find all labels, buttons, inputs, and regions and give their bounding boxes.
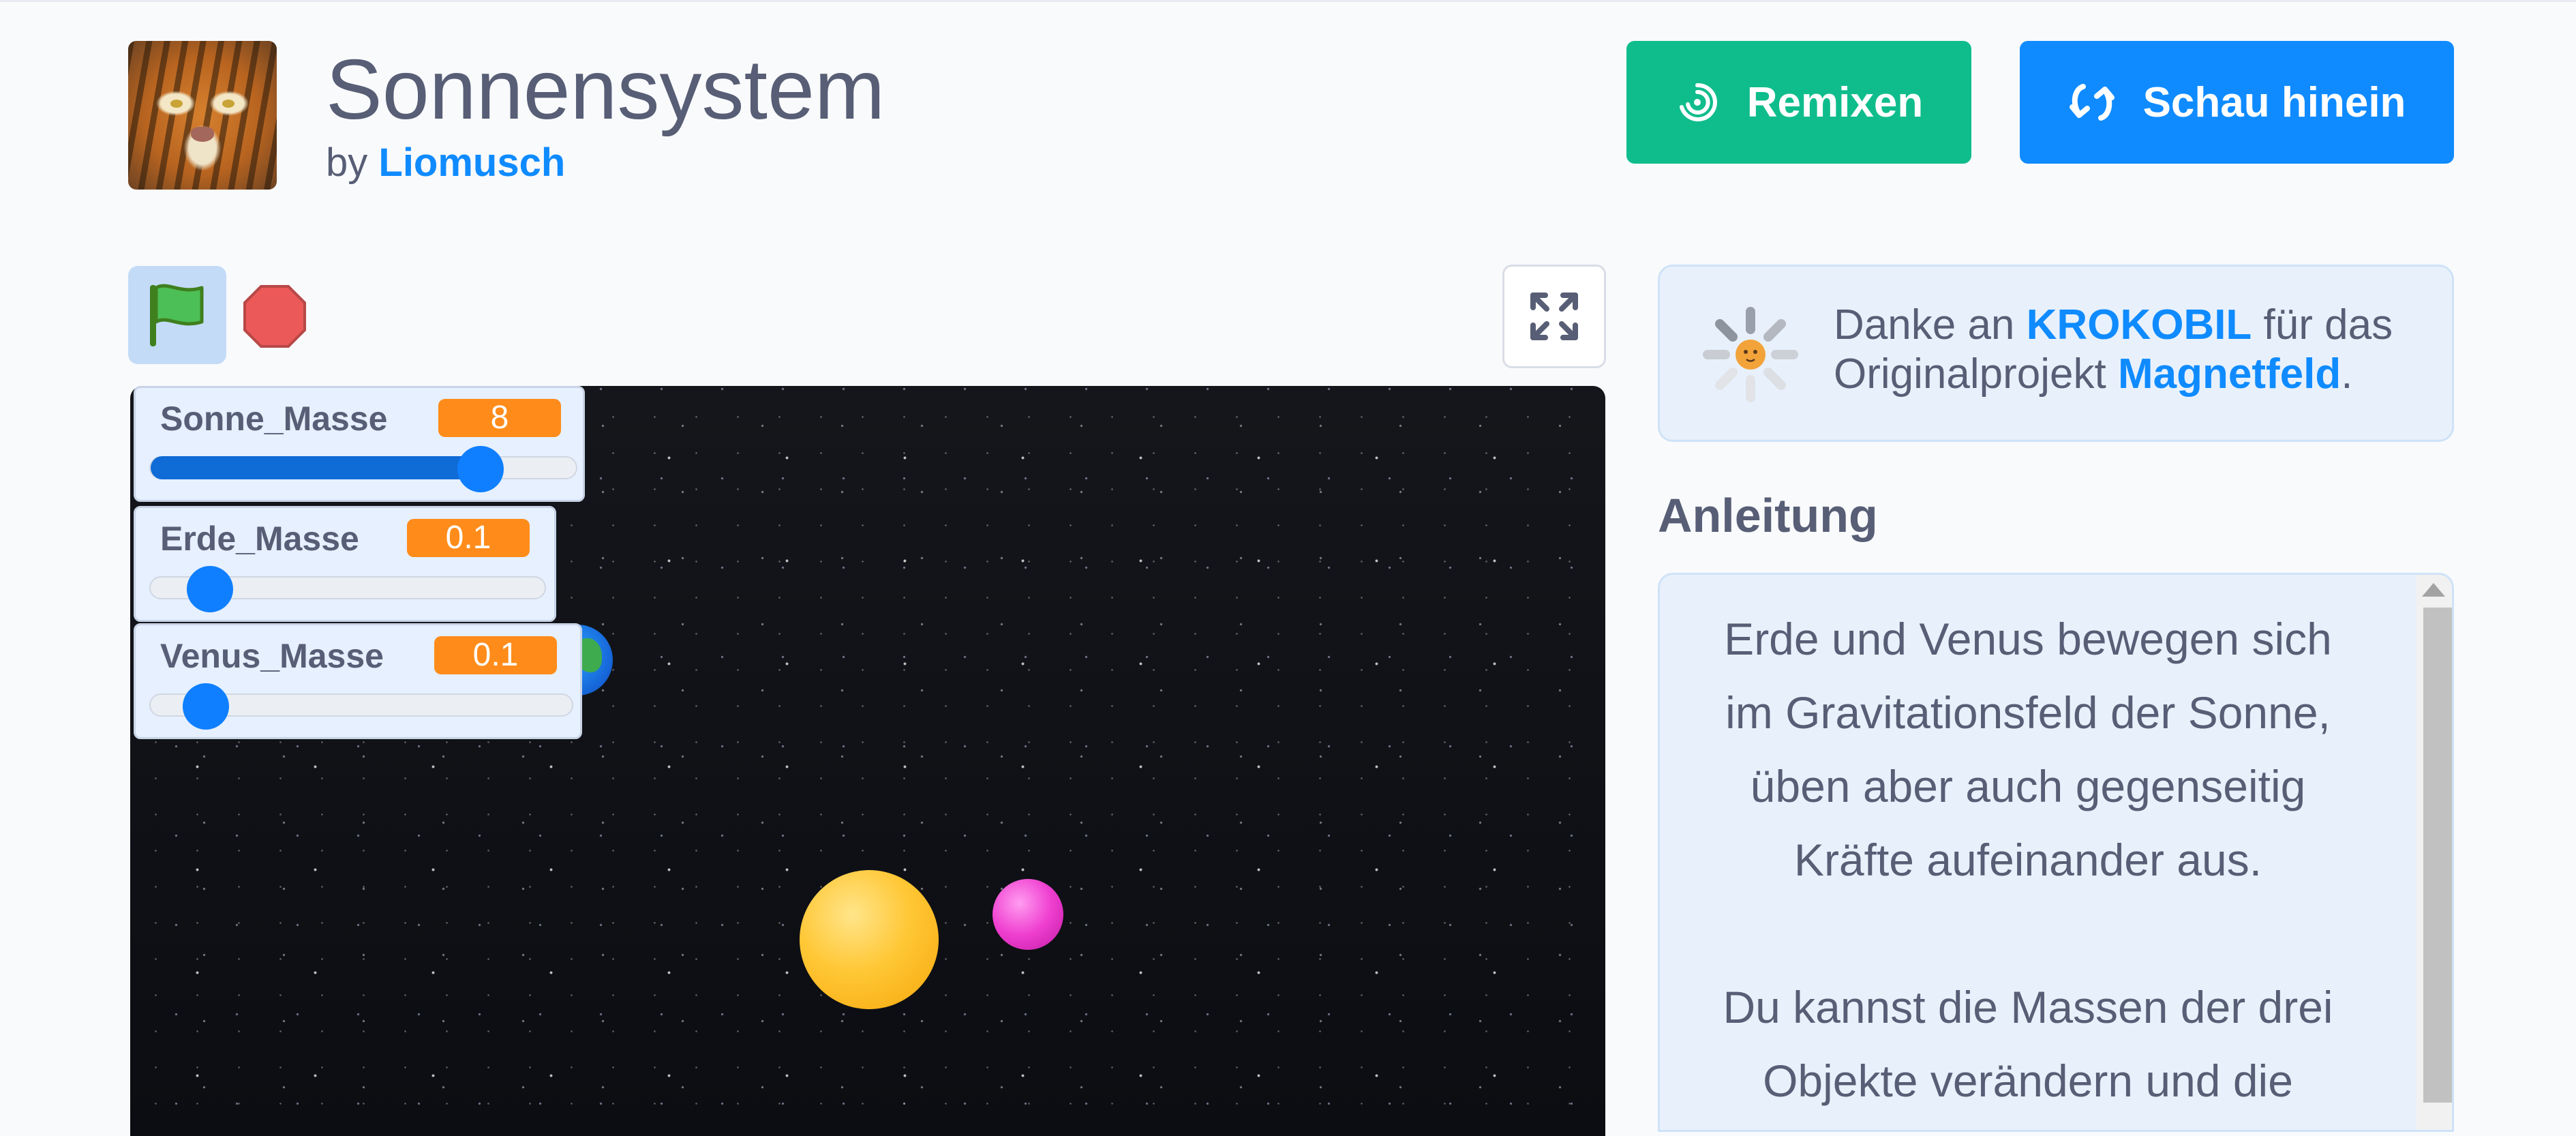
slider-fill: [151, 456, 481, 479]
fullscreen-button[interactable]: [1502, 265, 1606, 368]
green-flag-button[interactable]: [128, 266, 226, 364]
slider-handle[interactable]: [187, 566, 233, 612]
credit-line2-prefix: Originalprojekt: [1834, 350, 2106, 398]
credit-prefix: Danke an: [1834, 301, 2015, 348]
see-inside-button[interactable]: Schau hinein: [2020, 41, 2454, 164]
remix-label: Remixen: [1746, 78, 1924, 126]
monitor-venus-masse[interactable]: Venus_Masse 0.1: [134, 623, 582, 739]
instructions-line: üben aber auch gegenseitig: [1750, 761, 2306, 811]
avatar-eye: [222, 100, 234, 108]
slider-handle[interactable]: [457, 446, 504, 492]
credit-middle: für das: [2263, 301, 2393, 348]
monitor-label: Venus_Masse: [160, 637, 384, 675]
top-border: [0, 0, 2576, 2]
instructions-line: Objekte verändern und die: [1763, 1056, 2293, 1106]
monitor-value: 8: [438, 399, 561, 437]
instructions-line: im Gravitationsfeld der Sonne,: [1725, 687, 2331, 738]
credit-user-link[interactable]: KROKOBIL: [2027, 301, 2252, 348]
instructions-line: Kräfte aufeinander aus.: [1793, 835, 2262, 885]
project-author-avatar[interactable]: [128, 41, 277, 190]
see-inside-label: Schau hinein: [2142, 78, 2406, 126]
monitor-label: Sonne_Masse: [160, 400, 388, 438]
project-title: Sonnensystem: [326, 43, 885, 137]
scrollbar-up-arrow[interactable]: [2422, 583, 2445, 597]
monitor-label: Erde_Masse: [160, 520, 359, 558]
monitor-value: 0.1: [434, 636, 557, 674]
monitor-sonne-masse[interactable]: Sonne_Masse 8: [134, 386, 585, 502]
by-prefix: by: [326, 140, 368, 185]
instructions-heading: Anleitung: [1658, 489, 1878, 542]
sun-sprite: [800, 870, 939, 1009]
slider-track[interactable]: [149, 566, 546, 612]
avatar-nose: [191, 127, 214, 142]
venus-sprite: [992, 879, 1063, 950]
slider-track[interactable]: [149, 683, 573, 730]
avatar-eye: [170, 100, 183, 108]
scrollbar-thumb[interactable]: [2423, 608, 2452, 1103]
instructions-box[interactable]: Erde und Venus bewegen sich im Gravitati…: [1658, 573, 2454, 1132]
author-link[interactable]: Liomusch: [378, 140, 565, 185]
instructions-text: Erde und Venus bewegen sich im Gravitati…: [1687, 602, 2369, 1118]
remix-credit: Danke an KROKOBIL für das Originalprojek…: [1658, 265, 2454, 442]
remix-icon: [1679, 83, 1717, 121]
credit-text: Danke an KROKOBIL für das Originalprojek…: [1834, 301, 2434, 399]
credit-suffix: .: [2341, 350, 2353, 398]
slider-track[interactable]: [149, 446, 577, 492]
project-byline: by Liomusch: [326, 140, 565, 185]
remix-button[interactable]: Remixen: [1626, 41, 1971, 164]
instructions-line: Du kannst die Massen der drei: [1723, 982, 2333, 1032]
monitor-value: 0.1: [407, 519, 530, 557]
green-flag-icon: [150, 284, 204, 346]
credit-project-link[interactable]: Magnetfeld: [2118, 350, 2341, 398]
fullscreen-icon: [1530, 293, 1578, 340]
monitor-erde-masse[interactable]: Erde_Masse 0.1: [134, 506, 556, 622]
loading-spinner-icon: [1703, 307, 1798, 402]
stop-icon[interactable]: [242, 284, 307, 349]
see-inside-icon: [2069, 84, 2115, 121]
slider-handle[interactable]: [183, 683, 229, 730]
instructions-line: Erde und Venus bewegen sich: [1724, 614, 2332, 664]
